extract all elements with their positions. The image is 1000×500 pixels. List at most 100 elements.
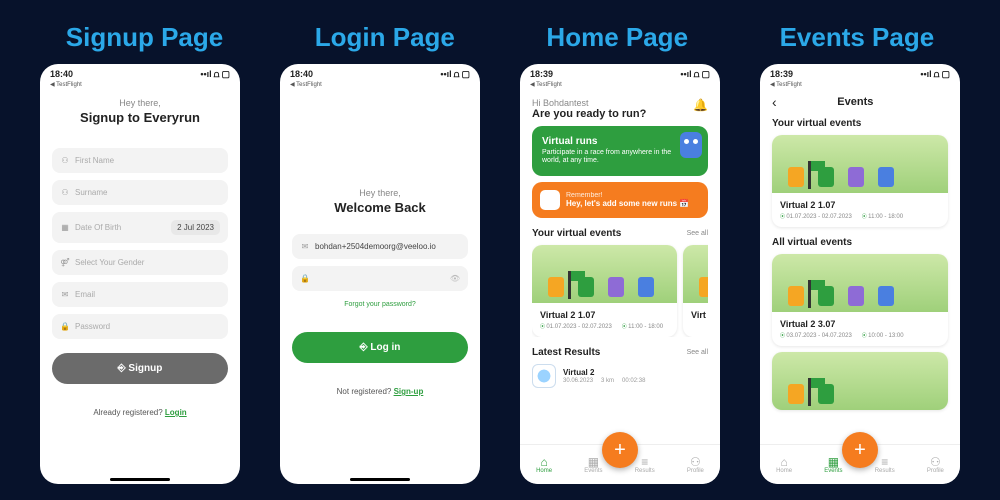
status-bar: 18:39 ••ıl⩍▢ xyxy=(760,64,960,81)
gender-field[interactable]: ⚤Select Your Gender xyxy=(52,250,228,275)
battery-icon: ▢ xyxy=(461,69,470,79)
testflight-back[interactable]: ◀ TestFlight xyxy=(760,81,960,90)
eye-icon[interactable]: 👁 xyxy=(450,274,460,283)
greeting-big: Are you ready to run? xyxy=(532,108,646,120)
virtual-runs-card[interactable]: Virtual runs Participate in a race from … xyxy=(532,126,708,176)
add-fab[interactable]: + xyxy=(602,432,638,468)
event-card[interactable]: Virt xyxy=(683,245,708,337)
event-name: Virtual 2 1.07 xyxy=(540,310,669,320)
header-events: Events Page xyxy=(780,22,935,53)
home-icon: ⌂ xyxy=(540,456,547,468)
reminder-text: Hey, let's add some new runs 📅 xyxy=(566,199,689,208)
login-password-field[interactable]: 🔒👁 xyxy=(292,266,468,291)
see-all-link[interactable]: See all xyxy=(687,230,708,237)
tab-profile[interactable]: ⚇Profile xyxy=(927,456,944,474)
see-all-link[interactable]: See all xyxy=(687,349,708,356)
event-time: 11:00 - 18:00 xyxy=(862,213,903,220)
email-field[interactable]: ✉Email xyxy=(52,282,228,307)
password-field[interactable]: 🔒Password xyxy=(52,314,228,339)
home-screen: 18:39 ••ıl⩍▢ ◀ TestFlight Hi Bohdantest … xyxy=(520,64,720,484)
status-bar: 18:40 ••ıl⩍▢ xyxy=(40,64,240,81)
tab-results[interactable]: ≡Results xyxy=(875,456,895,474)
plus-icon: + xyxy=(854,439,866,462)
signup-screen: 18:40 ••ıl⩍▢ ◀ TestFlight Hey there, Sig… xyxy=(40,64,240,484)
page-title: Events xyxy=(777,96,934,108)
event-name: Virtual 2 3.07 xyxy=(780,319,940,329)
user-icon: ⚇ xyxy=(60,188,70,197)
mail-icon: ✉ xyxy=(300,242,310,251)
event-time: 11:00 - 18:00 xyxy=(622,323,663,330)
tab-profile[interactable]: ⚇Profile xyxy=(687,456,704,474)
tab-results[interactable]: ≡Results xyxy=(635,456,655,474)
login-email-field[interactable]: ✉bohdan+2504demoorg@veeloo.io xyxy=(292,234,468,259)
home-indicator xyxy=(350,478,410,481)
your-events-title: Your virtual events xyxy=(772,118,948,129)
reminder-title: Remember! xyxy=(566,192,689,199)
all-events-title: All virtual events xyxy=(772,237,948,248)
calendar-icon: ▦ xyxy=(828,456,839,468)
signup-button[interactable]: ⎆ Signup xyxy=(52,353,228,384)
plus-icon: + xyxy=(614,439,626,462)
user-icon: ⚇ xyxy=(60,156,70,165)
result-icon xyxy=(532,364,556,388)
testflight-back[interactable]: ◀ TestFlight xyxy=(40,81,240,90)
header-signup: Signup Page xyxy=(66,22,223,53)
header-login: Login Page xyxy=(315,22,455,53)
result-name: Virtual 2 xyxy=(563,368,645,377)
vr-sub: Participate in a race from anywhere in t… xyxy=(542,149,672,166)
signal-icon: ••ıl xyxy=(920,69,931,79)
event-card[interactable]: Virtual 2 1.07 01.07.2023 - 02.07.2023 11… xyxy=(772,135,948,227)
login-title: Welcome Back xyxy=(292,200,468,215)
tab-events[interactable]: ▦Events xyxy=(824,456,842,474)
header-home: Home Page xyxy=(546,22,688,53)
results-icon: ≡ xyxy=(881,456,888,468)
dob-field[interactable]: ▦Date Of Birth2 Jul 2023 xyxy=(52,212,228,243)
battery-icon: ▢ xyxy=(701,69,710,79)
login-screen: 18:40 ••ıl⩍▢ ◀ TestFlight Hey there, Wel… xyxy=(280,64,480,484)
login-button[interactable]: ⎆ Log in xyxy=(292,332,468,363)
status-time: 18:39 xyxy=(530,69,553,80)
lock-icon: 🔒 xyxy=(300,274,310,283)
result-date: 30.06.2023 xyxy=(563,378,593,384)
result-distance: 3 km xyxy=(601,378,614,384)
signup-link[interactable]: Sign-up xyxy=(394,387,424,396)
gender-icon: ⚤ xyxy=(60,258,70,267)
first-name-field[interactable]: ⚇First Name xyxy=(52,148,228,173)
home-indicator xyxy=(110,478,170,481)
login-link[interactable]: Login xyxy=(165,408,187,417)
dob-value[interactable]: 2 Jul 2023 xyxy=(171,220,220,235)
tab-home[interactable]: ⌂Home xyxy=(536,456,552,474)
event-date: 03.07.2023 - 04.07.2023 xyxy=(780,332,852,339)
event-card[interactable] xyxy=(772,352,948,410)
events-screen: 18:39 ••ıl⩍▢ ◀ TestFlight ‹ Events Your … xyxy=(760,64,960,484)
tab-home[interactable]: ⌂Home xyxy=(776,456,792,474)
latest-results-title: Latest Results xyxy=(532,347,600,358)
already-registered: Already registered? Login xyxy=(52,408,228,417)
profile-icon: ⚇ xyxy=(690,456,701,468)
event-card[interactable]: Virtual 2 1.07 01.07.2023 - 02.07.202311… xyxy=(532,245,677,337)
surname-field[interactable]: ⚇Surname xyxy=(52,180,228,205)
result-item[interactable]: Virtual 2 30.06.20233 km00:02:38 xyxy=(532,358,708,394)
mail-icon: ✉ xyxy=(60,290,70,299)
wifi-icon: ⩍ xyxy=(934,69,940,79)
signup-hey: Hey there, xyxy=(52,98,228,108)
event-name: Virtual 2 1.07 xyxy=(780,200,940,210)
status-time: 18:40 xyxy=(50,69,73,80)
status-bar: 18:39 ••ıl⩍▢ xyxy=(520,64,720,81)
tab-events[interactable]: ▦Events xyxy=(584,456,602,474)
event-name: Virt xyxy=(691,310,708,320)
wifi-icon: ⩍ xyxy=(214,69,220,79)
testflight-back[interactable]: ◀ TestFlight xyxy=(280,81,480,90)
event-card[interactable]: Virtual 2 3.07 03.07.2023 - 04.07.202310… xyxy=(772,254,948,346)
battery-icon: ▢ xyxy=(221,69,230,79)
add-fab[interactable]: + xyxy=(842,432,878,468)
event-date: 01.07.2023 - 02.07.2023 xyxy=(780,213,852,220)
testflight-back[interactable]: ◀ TestFlight xyxy=(520,81,720,90)
calendar-icon: ▦ xyxy=(588,456,599,468)
reminder-card[interactable]: Remember!Hey, let's add some new runs 📅 xyxy=(532,182,708,218)
forgot-password-link[interactable]: Forgot your password? xyxy=(292,301,468,308)
profile-icon: ⚇ xyxy=(930,456,941,468)
bell-icon[interactable]: 🔔 xyxy=(693,98,708,112)
signup-title: Signup to Everyrun xyxy=(52,110,228,125)
signal-icon: ••ıl xyxy=(200,69,211,79)
